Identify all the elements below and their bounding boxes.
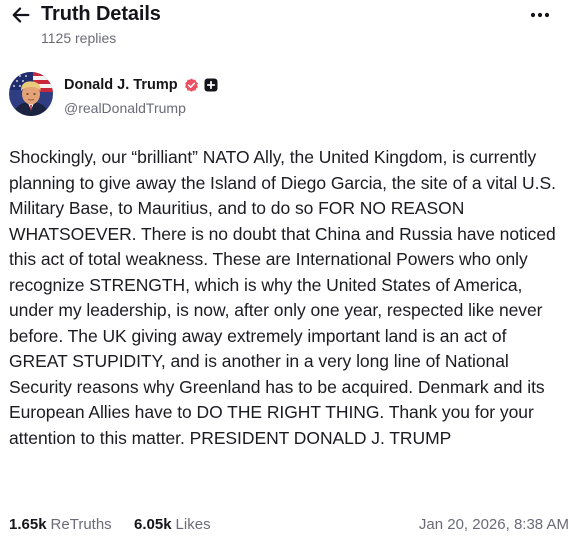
plus-badge-icon (204, 78, 218, 92)
more-options-button[interactable] (528, 6, 552, 24)
post-text: Shockingly, our “brilliant” NATO Ally, t… (9, 147, 556, 448)
verified-badge-icon (184, 78, 198, 92)
author-name[interactable]: Donald J. Trump (64, 76, 218, 94)
page-title: Truth Details (41, 3, 161, 25)
page-header: Truth Details 1125 replies (0, 0, 578, 54)
arrow-left-icon (12, 7, 30, 23)
likes-count: 6.05k (134, 516, 172, 533)
ellipsis-icon (530, 12, 550, 18)
retruths-count: 1.65k (9, 516, 47, 533)
reply-count: 1125 replies (41, 30, 117, 46)
post-timestamp: Jan 20, 2026, 8:38 AM (418, 516, 569, 533)
retruths-stat[interactable]: 1.65k ReTruths (9, 515, 112, 535)
avatar-image (9, 72, 53, 116)
likes-stat[interactable]: 6.05k Likes (134, 515, 211, 535)
avatar[interactable] (9, 72, 53, 116)
back-button[interactable] (8, 3, 34, 27)
post-footer: 1.65k ReTruths 6.05k Likes Jan 20, 2026, 8… (9, 515, 569, 535)
likes-label: Likes (175, 516, 211, 533)
author-handle[interactable]: @realDonaldTrump (64, 99, 186, 117)
retruths-label: ReTruths (50, 516, 112, 533)
author-name-text: Donald J. Trump (64, 77, 178, 93)
